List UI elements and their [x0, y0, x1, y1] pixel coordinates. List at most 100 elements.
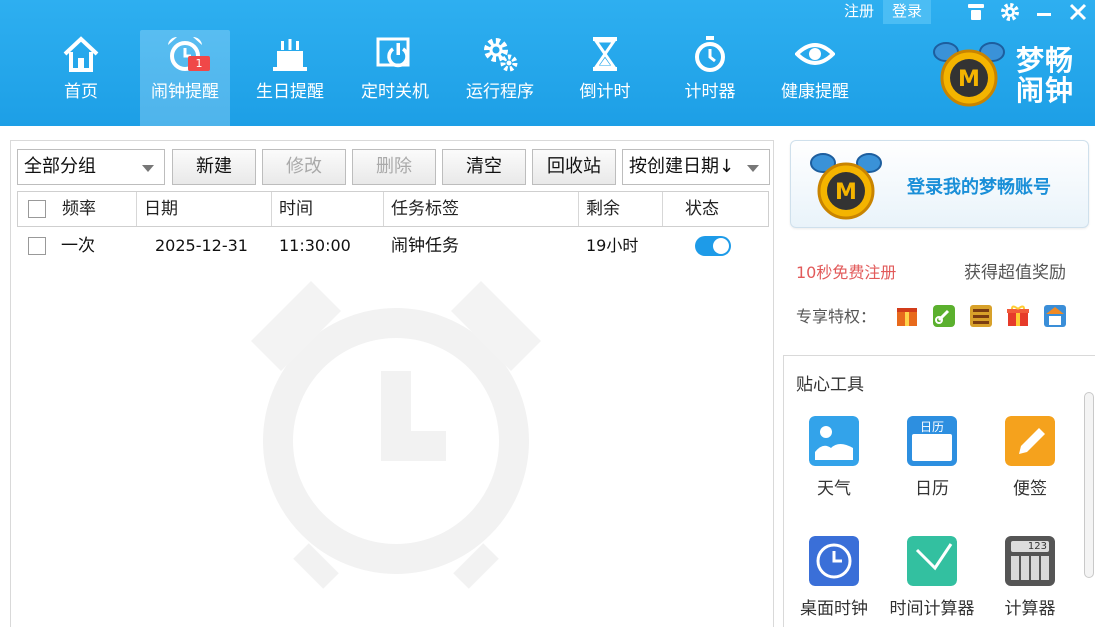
svg-text:M: M — [958, 67, 980, 92]
skin-icon[interactable] — [963, 0, 989, 24]
tool-label: 天气 — [817, 479, 851, 499]
tool-label: 日历 — [915, 479, 949, 499]
login-account-card[interactable]: M 登录我的梦畅账号 — [790, 140, 1089, 228]
nav-timer[interactable]: 计时器 — [665, 30, 755, 126]
calendar-icon-text: 日历 — [919, 420, 944, 434]
tool-label: 时间计算器 — [889, 599, 975, 619]
group-select-value: 全部分组 — [24, 156, 96, 177]
list-toolbar: 全部分组 新建 修改 删除 清空 回收站 按创建日期↓ — [17, 149, 777, 185]
tool-calculator[interactable]: 123 计算器 — [980, 536, 1080, 626]
weather-icon — [809, 416, 859, 466]
cell-task-label: 闹钟任务 — [391, 236, 459, 256]
gears-icon — [484, 38, 518, 72]
edit-button[interactable]: 修改 — [262, 149, 346, 185]
home-icon — [63, 36, 99, 72]
col-frequency-label: 频率 — [62, 199, 96, 219]
nav-health[interactable]: 健康提醒 — [770, 30, 860, 126]
brand-line2: 闹钟 — [1016, 74, 1075, 107]
stopwatch-icon — [695, 36, 725, 72]
new-button[interactable]: 新建 — [172, 149, 256, 185]
hourglass-icon — [593, 37, 617, 71]
login-link[interactable]: 登录 — [882, 0, 931, 24]
desktop-clock-icon — [809, 536, 859, 586]
tools-scrollbar[interactable] — [1084, 392, 1094, 578]
nav-label: 首页 — [64, 82, 98, 102]
time-calculator-icon — [907, 536, 957, 586]
nav-run-program[interactable]: 运行程序 — [455, 30, 545, 126]
nav-label: 健康提醒 — [781, 82, 849, 102]
power-icon — [376, 37, 410, 68]
col-remaining[interactable]: 剩余 — [579, 192, 663, 226]
col-time[interactable]: 时间 — [272, 192, 384, 226]
alarm-count-badge: 1 — [188, 56, 210, 71]
clear-button[interactable]: 清空 — [442, 149, 526, 185]
close-icon[interactable] — [1065, 0, 1091, 24]
nav-label: 计时器 — [684, 82, 736, 102]
nav-label: 生日提醒 — [256, 82, 324, 102]
alarm-clock-watermark-icon — [251, 281, 541, 589]
group-select[interactable]: 全部分组 — [17, 149, 165, 185]
store-icon[interactable] — [1043, 304, 1067, 328]
cell-frequency: 一次 — [61, 236, 95, 256]
skin-palette-icon[interactable] — [969, 304, 993, 328]
col-status[interactable]: 状态 — [663, 192, 768, 226]
cell-remaining: 19小时 — [586, 236, 639, 255]
row-checkbox[interactable] — [28, 237, 46, 255]
calculator-icon: 123 — [1005, 536, 1055, 586]
brand-name: 梦畅 闹钟 — [1016, 46, 1074, 106]
nav-shutdown[interactable]: 定时关机 — [350, 30, 440, 126]
col-frequency[interactable]: 频率 — [18, 192, 137, 226]
link-icon[interactable] — [932, 304, 956, 328]
tool-calendar[interactable]: 日历 日历 — [882, 416, 982, 506]
nav-label: 闹钟提醒 — [151, 82, 219, 102]
present-icon[interactable] — [1006, 304, 1030, 328]
free-register-link[interactable]: 10秒免费注册 — [796, 259, 896, 283]
calculator-display: 123 — [1011, 541, 1049, 552]
privileges-label: 专享特权： — [796, 307, 877, 326]
register-link[interactable]: 注册 — [835, 0, 883, 24]
chevron-down-icon — [142, 165, 154, 172]
sort-select-value: 按创建日期↓ — [629, 156, 735, 177]
cell-date: 2025-12-31 — [155, 236, 248, 255]
col-task-label[interactable]: 任务标签 — [384, 192, 579, 226]
brand-logo: M 梦畅 闹钟 — [932, 38, 1092, 108]
tool-time-calculator[interactable]: 时间计算器 — [882, 536, 982, 626]
nav-label: 倒计时 — [579, 82, 631, 102]
alarm-mascot-icon: M — [933, 42, 1005, 107]
tool-weather[interactable]: 天气 — [784, 416, 884, 506]
birthday-cake-icon — [273, 39, 307, 71]
recycle-bin-button[interactable]: 回收站 — [532, 149, 616, 185]
calendar-icon: 日历 — [907, 416, 957, 466]
tool-label: 计算器 — [1004, 599, 1056, 619]
nav-birthday[interactable]: 生日提醒 — [245, 30, 335, 126]
table-row[interactable]: 一次 2025-12-31 11:30:00 闹钟任务 19小时 — [17, 229, 769, 263]
nav-alarm[interactable]: 1 闹钟提醒 — [140, 30, 230, 126]
window-controls: 注册 登录 — [835, 0, 1095, 24]
toggle-knob — [713, 238, 729, 254]
status-toggle[interactable] — [695, 236, 731, 256]
tool-label: 便签 — [1013, 479, 1047, 499]
reward-text: 获得超值奖励 — [964, 263, 1066, 283]
nav-home[interactable]: 首页 — [36, 30, 126, 126]
tool-notepad[interactable]: 便签 — [980, 416, 1080, 506]
select-all-checkbox[interactable] — [28, 200, 46, 218]
nav-label: 定时关机 — [361, 82, 429, 102]
eye-icon — [795, 43, 835, 65]
sort-select[interactable]: 按创建日期↓ — [622, 149, 770, 185]
tools-title: 贴心工具 — [796, 375, 864, 395]
alarm-list-panel: 全部分组 新建 修改 删除 清空 回收站 按创建日期↓ 频率 日期 时间 任务标… — [10, 140, 774, 627]
tool-desktop-clock[interactable]: 桌面时钟 — [784, 536, 884, 626]
minimize-icon[interactable] — [1031, 0, 1057, 24]
tools-panel: 贴心工具 天气 日历 日历 便签 桌面时钟 时间计算器 123 计算器 — [783, 355, 1095, 627]
login-account-text[interactable]: 登录我的梦畅账号 — [907, 173, 1051, 199]
col-date[interactable]: 日期 — [137, 192, 272, 226]
gift-box-icon[interactable] — [895, 304, 919, 328]
svg-text:M: M — [835, 180, 857, 205]
alarm-mascot-icon: M — [810, 153, 882, 220]
gear-icon[interactable] — [997, 0, 1023, 24]
nav-label: 运行程序 — [466, 82, 534, 102]
table-header: 频率 日期 时间 任务标签 剩余 状态 — [17, 191, 769, 227]
top-header-bar: 注册 登录 首页 1 闹钟提醒 生日提醒 定时关机 运行程序 倒计时 计时器 健… — [0, 0, 1095, 126]
nav-countdown[interactable]: 倒计时 — [560, 30, 650, 126]
delete-button[interactable]: 删除 — [352, 149, 436, 185]
